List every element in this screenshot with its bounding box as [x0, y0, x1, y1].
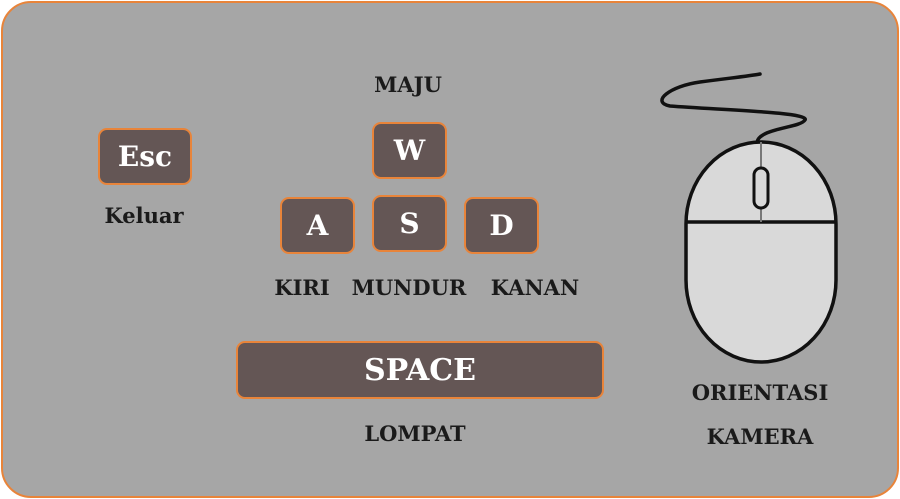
a-key: A — [280, 197, 355, 254]
left-label: KIRI — [274, 275, 330, 300]
s-key: S — [372, 195, 447, 252]
esc-label: Keluar — [104, 203, 184, 228]
mouse-label-line2: KAMERA — [706, 424, 814, 449]
computer-mouse-icon — [660, 72, 838, 364]
jump-label: LOMPAT — [364, 421, 466, 446]
d-key: D — [464, 197, 539, 254]
esc-key: Esc — [98, 128, 192, 185]
backward-label: MUNDUR — [351, 275, 467, 300]
mouse-cable — [660, 72, 807, 144]
right-label: KANAN — [490, 275, 580, 300]
space-key: SPACE — [236, 341, 604, 399]
mouse-label-line1: ORIENTASI — [691, 380, 829, 405]
forward-label: MAJU — [374, 72, 442, 97]
w-key: W — [372, 122, 447, 179]
scroll-wheel-icon — [752, 166, 770, 210]
